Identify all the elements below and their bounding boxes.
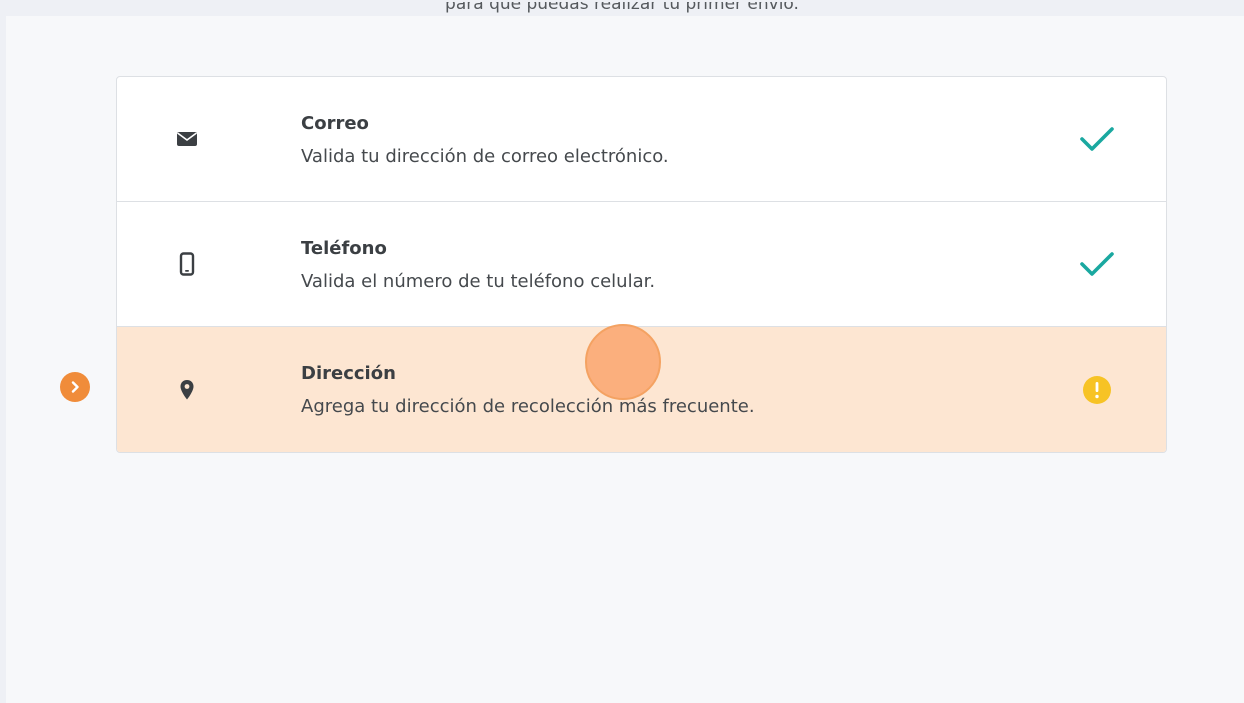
current-step-marker[interactable]	[60, 372, 90, 402]
left-edge	[0, 16, 6, 703]
step-description: Valida el número de tu teléfono celular.	[301, 271, 656, 292]
envelope-icon	[175, 127, 199, 151]
step-row-phone[interactable]: Teléfono Valida el número de tu teléfono…	[117, 202, 1166, 327]
step-description: Valida tu dirección de correo electrónic…	[301, 146, 669, 167]
step-description: Agrega tu dirección de recolección más f…	[301, 396, 755, 417]
click-indicator	[585, 324, 661, 400]
warning-icon	[1079, 372, 1115, 408]
step-row-email[interactable]: Correo Valida tu dirección de correo ele…	[117, 77, 1166, 202]
chevron-right-icon	[71, 381, 79, 393]
intro-text-label: para que puedas realizar tu primer envío…	[445, 2, 799, 14]
step-title: Teléfono	[301, 238, 387, 259]
map-pin-icon	[175, 378, 199, 402]
verification-steps-card: Correo Valida tu dirección de correo ele…	[116, 76, 1167, 453]
check-icon	[1079, 246, 1115, 282]
intro-text: para que puedas realizar tu primer envío…	[0, 2, 1244, 18]
check-icon	[1079, 121, 1115, 157]
step-title: Dirección	[301, 363, 396, 384]
mobile-phone-icon	[175, 252, 199, 276]
step-title: Correo	[301, 113, 369, 134]
